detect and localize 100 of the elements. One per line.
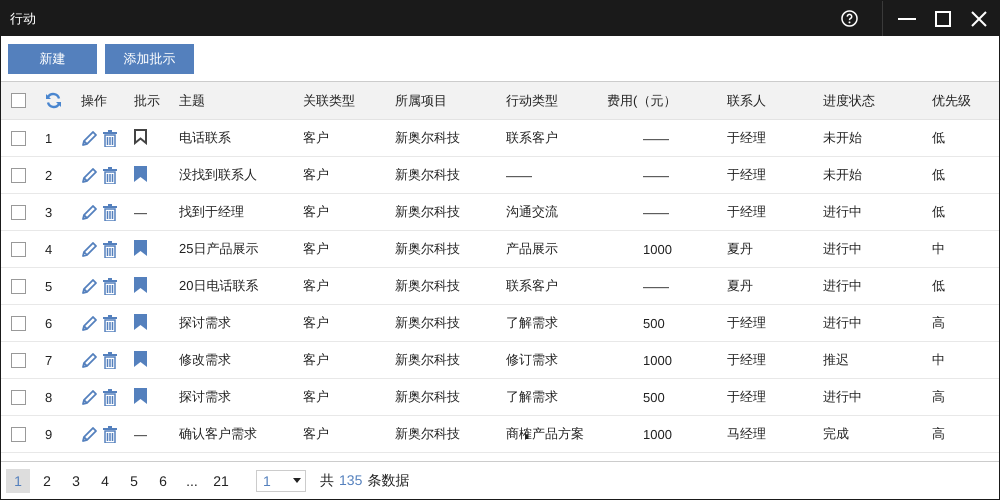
refresh-icon[interactable] xyxy=(45,92,62,109)
trash-icon[interactable] xyxy=(103,166,117,184)
table-cell-text: 客户 xyxy=(303,351,330,369)
table-cell-text: 500 xyxy=(642,390,666,404)
edit-icon[interactable] xyxy=(81,204,98,220)
table-cell-text: 高 xyxy=(932,425,946,443)
trash-icon[interactable] xyxy=(103,204,117,220)
minimize-icon[interactable] xyxy=(898,18,916,20)
table-cell-text: 25日产品展示 xyxy=(179,240,260,258)
edit-icon[interactable] xyxy=(81,426,98,442)
table-cell-text: 于经理 xyxy=(727,351,767,369)
table-cell-text: 新奥尔科技 xyxy=(395,240,461,258)
column-header: 所属项目 xyxy=(395,92,448,110)
column-header: 行动类型 xyxy=(506,92,559,110)
table-cell-text: 了解需求 xyxy=(506,388,559,406)
table-cell-text: 于经理 xyxy=(727,388,767,406)
page-button[interactable]: 4 xyxy=(93,468,117,492)
trash-icon[interactable] xyxy=(103,278,117,294)
table-cell-text: 修订需求 xyxy=(506,351,559,369)
checkbox[interactable] xyxy=(11,316,26,330)
page-button[interactable]: 2 xyxy=(35,468,59,492)
trash-icon[interactable] xyxy=(103,314,117,332)
trash-icon[interactable] xyxy=(103,130,117,146)
table-cell-text: 低 xyxy=(932,277,946,295)
edit-icon[interactable] xyxy=(81,130,98,146)
edit-icon[interactable] xyxy=(81,352,98,368)
checkbox[interactable] xyxy=(11,93,26,108)
table-cell-text: 新奥尔科技 xyxy=(395,129,461,147)
column-header: 联系人 xyxy=(727,92,767,110)
page-button[interactable]: ... xyxy=(180,468,204,492)
row-number: 8 xyxy=(45,390,54,404)
table-cell-text: 客户 xyxy=(303,203,330,221)
toolbar-button[interactable]: 添加批示 xyxy=(105,44,194,74)
column-header: 批示 xyxy=(134,92,161,110)
checkbox[interactable] xyxy=(11,426,26,442)
close-icon[interactable] xyxy=(971,10,987,26)
table-cell-text: 进行中 xyxy=(823,388,863,406)
bookmark-icon[interactable] xyxy=(134,128,147,144)
help-icon[interactable] xyxy=(841,10,858,27)
table-cell-text: 中 xyxy=(932,351,946,369)
maximize-icon[interactable] xyxy=(935,10,951,26)
table-cell-text: —— xyxy=(506,168,533,182)
checkbox[interactable] xyxy=(11,352,26,368)
table-cell-text: 探讨需求 xyxy=(179,388,232,406)
row-number: 2 xyxy=(45,168,54,182)
table-cell-text: 低 xyxy=(932,203,946,221)
table-cell-text: 沟通交流 xyxy=(506,203,559,221)
table-cell-text: 进行中 xyxy=(823,203,863,221)
table-cell-text: 新奥尔科技 xyxy=(395,425,461,443)
edit-icon[interactable] xyxy=(81,278,98,294)
total-label: 条数据 xyxy=(367,472,410,490)
toolbar-button[interactable]: 新建 xyxy=(8,44,97,74)
table-cell-text: 进行中 xyxy=(823,240,863,258)
checkbox[interactable] xyxy=(11,278,26,294)
table-cell-text: —— xyxy=(642,168,670,182)
trash-icon[interactable] xyxy=(103,388,117,406)
edit-icon[interactable] xyxy=(81,166,98,184)
page-button[interactable]: 21 xyxy=(209,468,233,492)
column-header: 操作 xyxy=(81,92,108,110)
checkbox[interactable] xyxy=(11,168,26,182)
table-cell-text: 新奥尔科技 xyxy=(395,166,461,184)
total-label: 共 xyxy=(320,472,334,490)
trash-icon[interactable] xyxy=(103,240,117,258)
table-cell-text: 联系客户 xyxy=(506,129,559,147)
edit-icon[interactable] xyxy=(81,240,98,258)
table-cell-text: 1000 xyxy=(642,352,673,368)
table-cell-text: 客户 xyxy=(303,240,330,258)
table-cell-text: 了解需求 xyxy=(506,314,559,332)
table-cell-text: 新奥尔科技 xyxy=(395,203,461,221)
checkbox[interactable] xyxy=(11,204,26,220)
page-button[interactable]: 5 xyxy=(122,468,146,492)
table-cell-text: 客户 xyxy=(303,277,330,295)
trash-icon[interactable] xyxy=(103,426,117,442)
table-cell-text: 探讨需求 xyxy=(179,314,232,332)
checkbox[interactable] xyxy=(11,242,26,256)
table-cell-text: 电话联系 xyxy=(179,129,232,147)
table-cell-text: 未开始 xyxy=(823,166,863,184)
column-header: 主题 xyxy=(179,92,206,110)
row-number: 4 xyxy=(45,242,54,256)
edit-icon[interactable] xyxy=(81,388,98,406)
table-cell-text: 客户 xyxy=(303,425,330,443)
edit-icon[interactable] xyxy=(81,314,98,332)
table-cell-text: 客户 xyxy=(303,314,330,332)
page-select[interactable]: 1 xyxy=(256,470,306,492)
page-button[interactable]: 6 xyxy=(151,468,175,492)
trash-icon[interactable] xyxy=(103,352,117,368)
table-cell-text: 中 xyxy=(932,240,946,258)
table-cell-text: 找到于经理 xyxy=(179,203,245,221)
table-cell-text: 联系客户 xyxy=(506,277,559,295)
checkbox[interactable] xyxy=(11,130,26,146)
row-number: 3 xyxy=(45,204,54,220)
page-button[interactable]: 3 xyxy=(64,468,88,492)
table-cell-text: 新奥尔科技 xyxy=(395,351,461,369)
column-header: 进度状态 xyxy=(823,92,876,110)
table-cell-text: 未开始 xyxy=(823,129,863,147)
table-cell-text: 进行中 xyxy=(823,277,863,295)
table-cell-text: 20日电话联系 xyxy=(179,277,260,295)
row-number: 6 xyxy=(45,316,54,330)
table-cell-text: 没找到联系人 xyxy=(179,166,258,184)
checkbox[interactable] xyxy=(11,390,26,404)
